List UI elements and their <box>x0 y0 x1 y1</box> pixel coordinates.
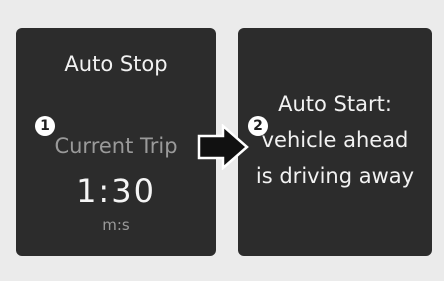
trip-time-value: 1:30 <box>76 172 156 210</box>
current-trip-label: Current Trip <box>54 134 178 158</box>
illustration: Auto Stop Current Trip 1:30 m:s Auto Sta… <box>0 0 444 281</box>
arrow-right-icon <box>197 124 249 170</box>
auto-stop-title: Auto Stop <box>64 52 168 76</box>
callout-badge-1: 1 <box>35 116 55 136</box>
trip-time-unit: m:s <box>102 216 130 234</box>
callout-badge-2: 2 <box>248 116 268 136</box>
auto-start-message-line3: is driving away <box>255 164 415 188</box>
auto-start-message-line2: vehicle ahead <box>261 128 409 152</box>
auto-start-message-line1: Auto Start: <box>278 92 392 116</box>
